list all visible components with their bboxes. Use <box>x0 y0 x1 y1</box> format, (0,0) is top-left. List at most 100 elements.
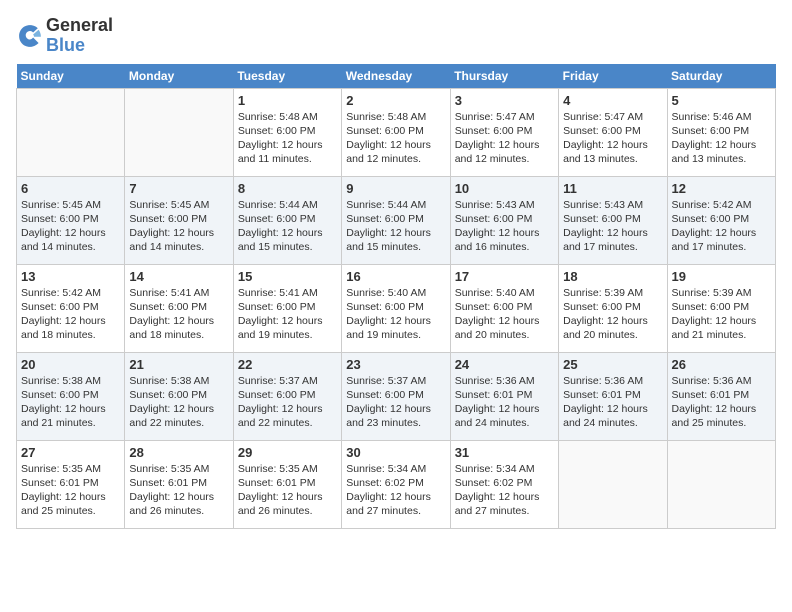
cell-info: Sunrise: 5:38 AMSunset: 6:00 PMDaylight:… <box>21 374 120 431</box>
calendar-cell: 23 Sunrise: 5:37 AMSunset: 6:00 PMDayligh… <box>342 352 450 440</box>
cell-info: Sunrise: 5:48 AMSunset: 6:00 PMDaylight:… <box>346 110 445 167</box>
calendar-cell: 5Sunrise: 5:46 AMSunset: 6:00 PMDaylight… <box>667 88 775 176</box>
calendar-cell: 3Sunrise: 5:47 AMSunset: 6:00 PMDaylight… <box>450 88 558 176</box>
calendar-cell: 19 Sunrise: 5:39 AMSunset: 6:00 PMDayligh… <box>667 264 775 352</box>
cell-info: Sunrise: 5:36 AMSunset: 6:01 PMDaylight:… <box>455 374 554 431</box>
calendar-cell: 24 Sunrise: 5:36 AMSunset: 6:01 PMDayligh… <box>450 352 558 440</box>
day-number: 10 <box>455 181 554 196</box>
day-number: 5 <box>672 93 771 108</box>
day-number: 28 <box>129 445 228 460</box>
calendar-cell: 10 Sunrise: 5:43 AMSunset: 6:00 PMDayligh… <box>450 176 558 264</box>
cell-info: Sunrise: 5:41 AMSunset: 6:00 PMDaylight:… <box>238 286 337 343</box>
day-number: 16 <box>346 269 445 284</box>
day-number: 26 <box>672 357 771 372</box>
day-number: 21 <box>129 357 228 372</box>
calendar-cell: 2 Sunrise: 5:48 AMSunset: 6:00 PMDaylight… <box>342 88 450 176</box>
day-number: 17 <box>455 269 554 284</box>
weekday-header: Thursday <box>450 64 558 89</box>
cell-info: Sunrise: 5:45 AMSunset: 6:00 PMDaylight:… <box>21 198 120 255</box>
day-number: 1 <box>238 93 337 108</box>
calendar-week-row: 6 Sunrise: 5:45 AMSunset: 6:00 PMDaylight… <box>17 176 776 264</box>
calendar-cell: 14Sunrise: 5:41 AMSunset: 6:00 PMDayligh… <box>125 264 233 352</box>
calendar-cell: 20 Sunrise: 5:38 AMSunset: 6:00 PMDayligh… <box>17 352 125 440</box>
cell-info: Sunrise: 5:35 AMSunset: 6:01 PMDaylight:… <box>21 462 120 519</box>
calendar-cell <box>17 88 125 176</box>
logo: General Blue <box>16 16 113 56</box>
calendar-cell <box>125 88 233 176</box>
day-number: 4 <box>563 93 662 108</box>
calendar-cell: 12 Sunrise: 5:42 AMSunset: 6:00 PMDayligh… <box>667 176 775 264</box>
day-number: 7 <box>129 181 228 196</box>
weekday-header: Wednesday <box>342 64 450 89</box>
header: General Blue <box>16 16 776 56</box>
day-number: 2 <box>346 93 445 108</box>
day-number: 18 <box>563 269 662 284</box>
calendar-cell <box>667 440 775 528</box>
day-number: 23 <box>346 357 445 372</box>
calendar-cell: 11 Sunrise: 5:43 AMSunset: 6:00 PMDayligh… <box>559 176 667 264</box>
weekday-header: Sunday <box>17 64 125 89</box>
day-number: 11 <box>563 181 662 196</box>
calendar-cell: 25 Sunrise: 5:36 AMSunset: 6:01 PMDayligh… <box>559 352 667 440</box>
calendar-week-row: 1 Sunrise: 5:48 AMSunset: 6:00 PMDaylight… <box>17 88 776 176</box>
cell-info: Sunrise: 5:36 AMSunset: 6:01 PMDaylight:… <box>563 374 662 431</box>
day-number: 25 <box>563 357 662 372</box>
calendar-cell: 13Sunrise: 5:42 AMSunset: 6:00 PMDayligh… <box>17 264 125 352</box>
calendar-table: SundayMondayTuesdayWednesdayThursdayFrid… <box>16 64 776 529</box>
cell-info: Sunrise: 5:43 AMSunset: 6:00 PMDaylight:… <box>455 198 554 255</box>
calendar-week-row: 20 Sunrise: 5:38 AMSunset: 6:00 PMDayligh… <box>17 352 776 440</box>
calendar-cell: 17Sunrise: 5:40 AMSunset: 6:00 PMDayligh… <box>450 264 558 352</box>
calendar-cell: 4 Sunrise: 5:47 AMSunset: 6:00 PMDaylight… <box>559 88 667 176</box>
day-number: 24 <box>455 357 554 372</box>
calendar-cell: 21 Sunrise: 5:38 AMSunset: 6:00 PMDayligh… <box>125 352 233 440</box>
cell-info: Sunrise: 5:44 AMSunset: 6:00 PMDaylight:… <box>346 198 445 255</box>
logo-line2: Blue <box>46 36 113 56</box>
cell-info: Sunrise: 5:37 AMSunset: 6:00 PMDaylight:… <box>238 374 337 431</box>
calendar-cell: 1 Sunrise: 5:48 AMSunset: 6:00 PMDaylight… <box>233 88 341 176</box>
cell-info: Sunrise: 5:43 AMSunset: 6:00 PMDaylight:… <box>563 198 662 255</box>
day-number: 19 <box>672 269 771 284</box>
calendar-cell: 22Sunrise: 5:37 AMSunset: 6:00 PMDayligh… <box>233 352 341 440</box>
day-number: 30 <box>346 445 445 460</box>
calendar-cell: 15Sunrise: 5:41 AMSunset: 6:00 PMDayligh… <box>233 264 341 352</box>
calendar-cell: 16 Sunrise: 5:40 AMSunset: 6:00 PMDayligh… <box>342 264 450 352</box>
cell-info: Sunrise: 5:35 AMSunset: 6:01 PMDaylight:… <box>238 462 337 519</box>
cell-info: Sunrise: 5:37 AMSunset: 6:00 PMDaylight:… <box>346 374 445 431</box>
cell-info: Sunrise: 5:38 AMSunset: 6:00 PMDaylight:… <box>129 374 228 431</box>
day-number: 20 <box>21 357 120 372</box>
cell-info: Sunrise: 5:39 AMSunset: 6:00 PMDaylight:… <box>672 286 771 343</box>
cell-info: Sunrise: 5:42 AMSunset: 6:00 PMDaylight:… <box>672 198 771 255</box>
day-number: 9 <box>346 181 445 196</box>
calendar-cell: 8 Sunrise: 5:44 AMSunset: 6:00 PMDaylight… <box>233 176 341 264</box>
calendar-week-row: 27 Sunrise: 5:35 AMSunset: 6:01 PMDayligh… <box>17 440 776 528</box>
cell-info: Sunrise: 5:45 AMSunset: 6:00 PMDaylight:… <box>129 198 228 255</box>
cell-info: Sunrise: 5:40 AMSunset: 6:00 PMDaylight:… <box>346 286 445 343</box>
day-number: 29 <box>238 445 337 460</box>
weekday-header-row: SundayMondayTuesdayWednesdayThursdayFrid… <box>17 64 776 89</box>
cell-info: Sunrise: 5:34 AMSunset: 6:02 PMDaylight:… <box>346 462 445 519</box>
weekday-header: Saturday <box>667 64 775 89</box>
logo-line1: General <box>46 16 113 36</box>
cell-info: Sunrise: 5:36 AMSunset: 6:01 PMDaylight:… <box>672 374 771 431</box>
weekday-header: Monday <box>125 64 233 89</box>
day-number: 6 <box>21 181 120 196</box>
cell-info: Sunrise: 5:48 AMSunset: 6:00 PMDaylight:… <box>238 110 337 167</box>
cell-info: Sunrise: 5:47 AMSunset: 6:00 PMDaylight:… <box>563 110 662 167</box>
weekday-header: Friday <box>559 64 667 89</box>
calendar-cell: 31Sunrise: 5:34 AMSunset: 6:02 PMDayligh… <box>450 440 558 528</box>
calendar-cell: 9 Sunrise: 5:44 AMSunset: 6:00 PMDaylight… <box>342 176 450 264</box>
day-number: 8 <box>238 181 337 196</box>
cell-info: Sunrise: 5:42 AMSunset: 6:00 PMDaylight:… <box>21 286 120 343</box>
weekday-header: Tuesday <box>233 64 341 89</box>
day-number: 27 <box>21 445 120 460</box>
cell-info: Sunrise: 5:47 AMSunset: 6:00 PMDaylight:… <box>455 110 554 167</box>
calendar-cell: 18 Sunrise: 5:39 AMSunset: 6:00 PMDayligh… <box>559 264 667 352</box>
calendar-cell: 27 Sunrise: 5:35 AMSunset: 6:01 PMDayligh… <box>17 440 125 528</box>
calendar-cell: 30 Sunrise: 5:34 AMSunset: 6:02 PMDayligh… <box>342 440 450 528</box>
cell-info: Sunrise: 5:35 AMSunset: 6:01 PMDaylight:… <box>129 462 228 519</box>
day-number: 12 <box>672 181 771 196</box>
cell-info: Sunrise: 5:44 AMSunset: 6:00 PMDaylight:… <box>238 198 337 255</box>
calendar-cell: 29 Sunrise: 5:35 AMSunset: 6:01 PMDayligh… <box>233 440 341 528</box>
calendar-week-row: 13Sunrise: 5:42 AMSunset: 6:00 PMDayligh… <box>17 264 776 352</box>
cell-info: Sunrise: 5:39 AMSunset: 6:00 PMDaylight:… <box>563 286 662 343</box>
